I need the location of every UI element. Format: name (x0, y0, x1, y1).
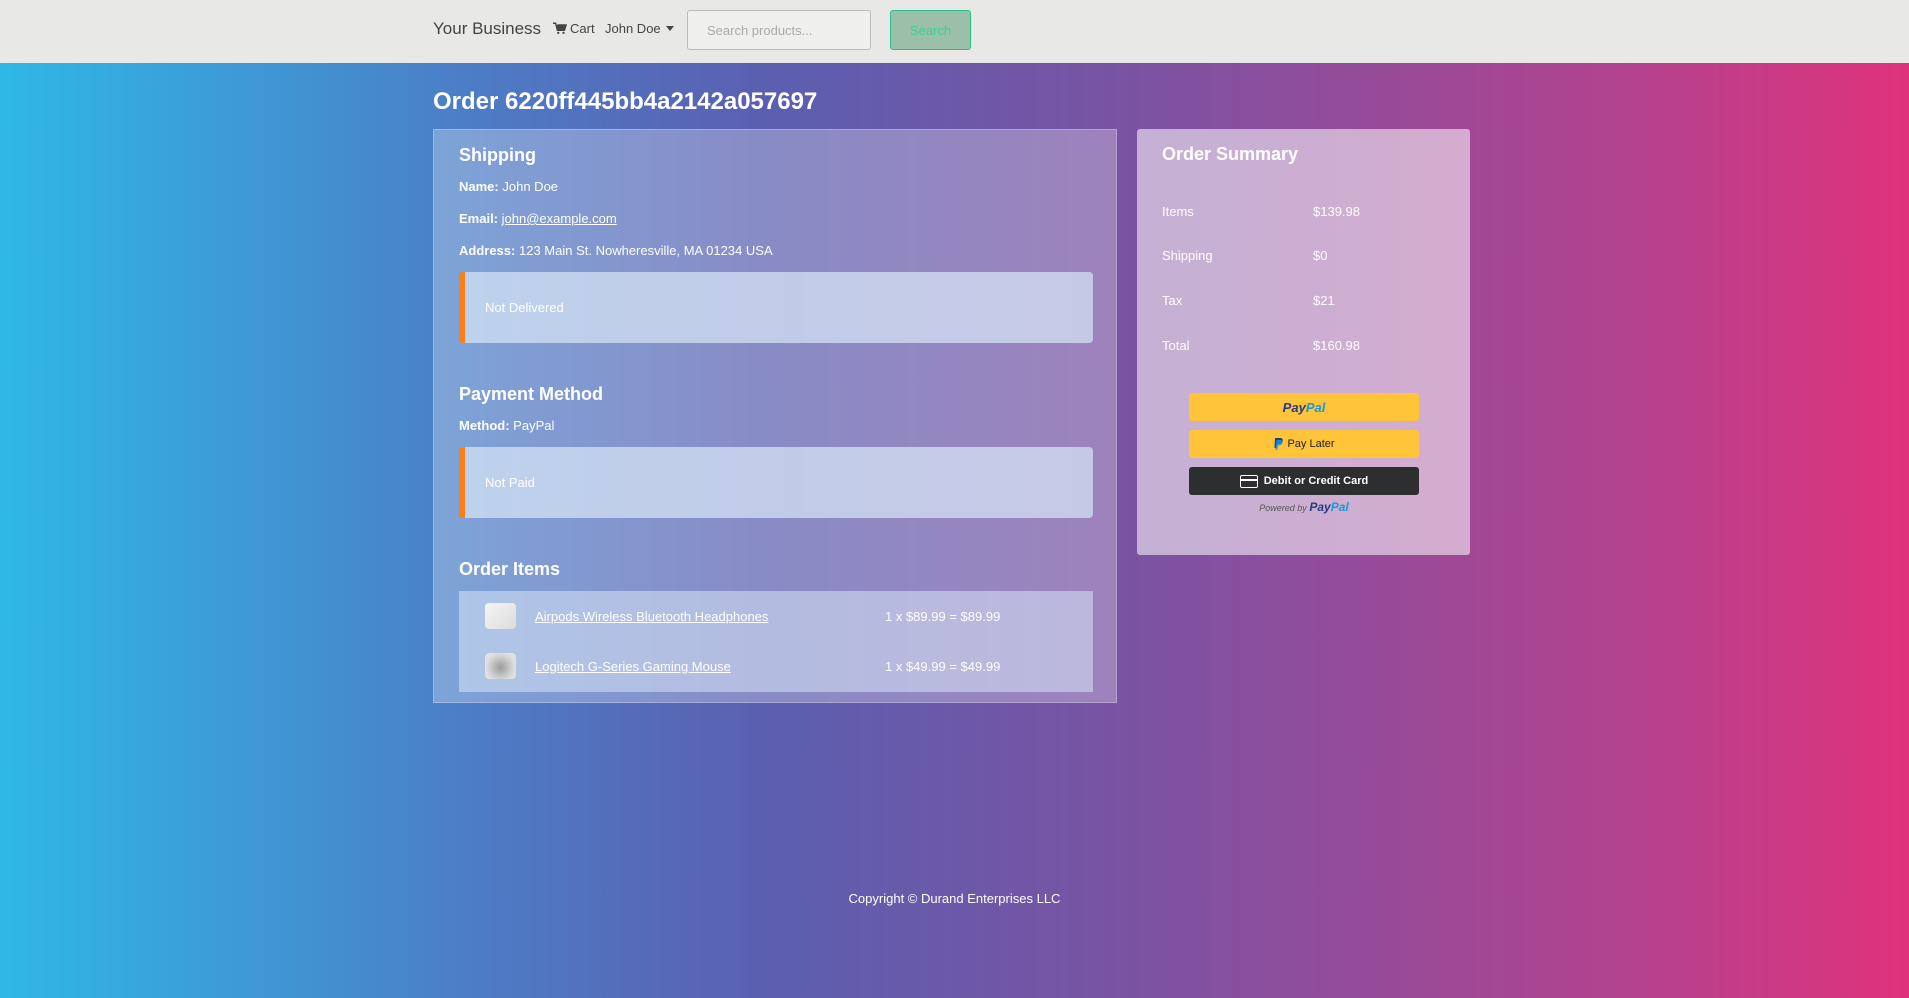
shipping-heading: Shipping (459, 145, 536, 165)
order-details-panel: Shipping Name: John Doe Email: john@exam… (433, 129, 1117, 703)
pay-later-button[interactable]: Pay Later (1189, 430, 1419, 458)
paypal-logo-pal-small: Pal (1330, 500, 1349, 514)
shopping-cart-icon (553, 22, 567, 35)
delivery-status-alert: Not Delivered (459, 272, 1093, 343)
paypal-icon (1274, 438, 1284, 450)
user-dropdown[interactable]: John Doe (605, 21, 674, 36)
shipping-address-label: Address: (459, 243, 516, 258)
chevron-down-icon (665, 26, 674, 31)
brand-link[interactable]: Your Business (433, 19, 541, 39)
email-link[interactable]: john@example.com (502, 211, 617, 226)
paypal-logo-pay: Pay (1282, 399, 1306, 415)
search-button[interactable]: Search (890, 10, 971, 50)
payment-status-text: Not Paid (485, 475, 535, 490)
product-link[interactable]: Logitech G-Series Gaming Mouse (535, 659, 731, 674)
debit-credit-card-button[interactable]: Debit or Credit Card (1189, 467, 1419, 495)
shipping-name: Name: John Doe (459, 179, 558, 194)
payment-status-alert: Not Paid (459, 447, 1093, 518)
shipping-name-label: Name: (459, 179, 499, 194)
footer-copyright: Copyright © Durand Enterprises LLC (848, 891, 1061, 906)
navbar: Your Business Cart John Doe Search (0, 0, 1909, 63)
shipping-email: Email: john@example.com (459, 211, 617, 226)
shipping-email-label: Email: (459, 211, 499, 226)
search-input[interactable] (687, 10, 871, 50)
summary-shipping-label: Shipping (1162, 248, 1213, 263)
item-price-line: 1 x $89.99 = $89.99 (885, 608, 1001, 624)
powered-by-text: Powered by (1259, 503, 1307, 513)
list-item: Logitech G-Series Gaming Mouse 1 x $49.9… (459, 646, 1093, 686)
order-summary-heading: Order Summary (1162, 144, 1299, 164)
payment-method-value: PayPal (513, 418, 555, 433)
order-items-list: Airpods Wireless Bluetooth Headphones 1 … (459, 591, 1093, 692)
cart-link[interactable]: Cart (553, 21, 595, 36)
shipping-name-value: John Doe (502, 179, 559, 194)
summary-total-value: $160.98 (1313, 338, 1360, 353)
paypal-logo-pay-small: Pay (1309, 500, 1331, 514)
summary-items-value: $139.98 (1313, 204, 1360, 219)
payment-method-label: Method: (459, 418, 510, 433)
summary-total-label: Total (1162, 338, 1190, 353)
payment-method: Method: PayPal (459, 418, 554, 433)
credit-card-icon (1239, 474, 1258, 488)
paypal-button[interactable]: Pay Pal (1189, 393, 1419, 421)
card-button-label: Debit or Credit Card (1263, 475, 1369, 487)
payment-heading: Payment Method (459, 384, 604, 404)
page-title: Order 6220ff445bb4a2142a057697 (433, 88, 818, 115)
summary-items-label: Items (1162, 204, 1194, 219)
summary-tax-value: $21 (1313, 293, 1335, 308)
summary-shipping-value: $0 (1313, 248, 1328, 263)
powered-by-paypal: Powered by PayPal (1189, 500, 1419, 514)
cart-label: Cart (570, 21, 595, 36)
paypal-logo-pal: Pal (1305, 399, 1326, 415)
shipping-address: Address: 123 Main St. Nowheresville, MA … (459, 243, 773, 258)
delivery-status-text: Not Delivered (485, 300, 564, 315)
pay-later-label: Pay Later (1287, 438, 1335, 450)
order-summary-card: Order Summary Items $139.98 Shipping $0 … (1137, 129, 1470, 555)
product-image (485, 603, 516, 629)
shipping-address-value: 123 Main St. Nowheresville, MA 01234 USA (518, 243, 773, 258)
item-price-line: 1 x $49.99 = $49.99 (885, 658, 1001, 674)
list-item: Airpods Wireless Bluetooth Headphones 1 … (459, 596, 1093, 636)
product-image (485, 653, 516, 679)
order-items-heading: Order Items (459, 559, 561, 579)
product-link[interactable]: Airpods Wireless Bluetooth Headphones (535, 609, 768, 624)
user-name: John Doe (605, 21, 661, 36)
summary-tax-label: Tax (1162, 293, 1183, 308)
